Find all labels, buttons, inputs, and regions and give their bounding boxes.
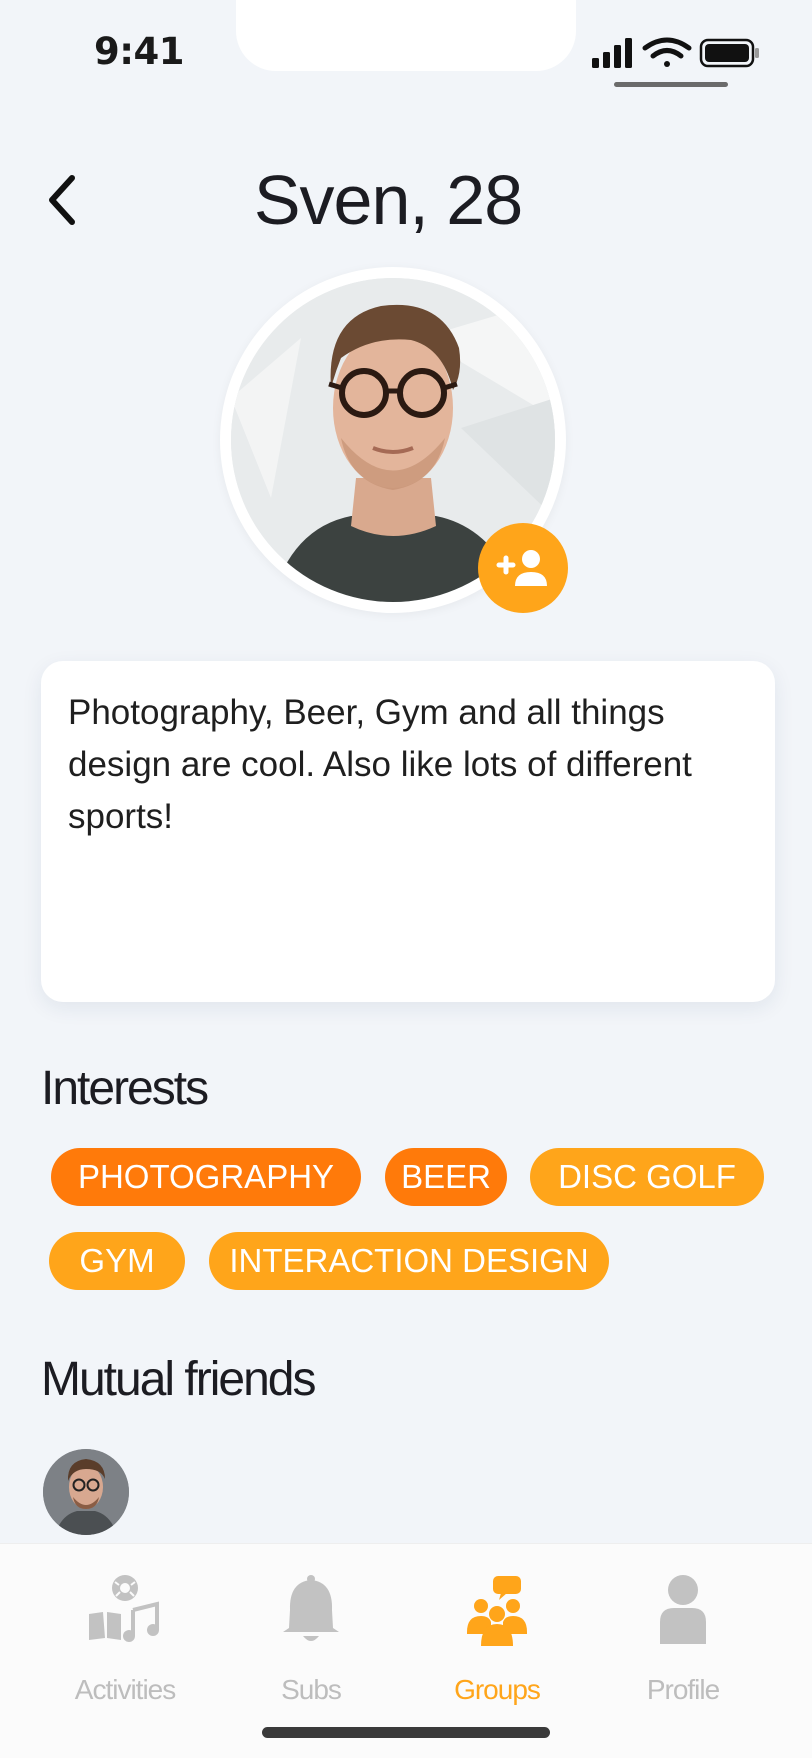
- tab-profile[interactable]: Profile: [593, 1544, 773, 1714]
- mutual-friend-avatar[interactable]: [43, 1449, 129, 1535]
- battery-icon: [699, 38, 759, 68]
- wifi-icon: [642, 37, 692, 67]
- tab-label-groups: Groups: [454, 1674, 541, 1705]
- mutual-friends-title: Mutual friends: [41, 1353, 316, 1406]
- interest-chip-interaction-design[interactable]: INTERACTION DESIGN: [209, 1232, 609, 1290]
- interests-title: Interests: [41, 1062, 209, 1115]
- profile-screen: 9:41 Sven, 28 Photography, Beer, Gym and…: [0, 0, 812, 1758]
- status-time: 9:41: [94, 30, 185, 73]
- bio-text: Photography, Beer, Gym and all things de…: [68, 693, 692, 836]
- profile-icon: [660, 1575, 706, 1644]
- bio-card: Photography, Beer, Gym and all things de…: [41, 661, 775, 1002]
- tab-label-profile: Profile: [646, 1674, 720, 1705]
- interest-chip-photography[interactable]: PHOTOGRAPHY: [51, 1148, 361, 1206]
- tab-activities[interactable]: Activities: [35, 1544, 215, 1714]
- signal-icon: [592, 38, 632, 68]
- add-person-icon: [496, 550, 547, 586]
- tab-label-activities: Activities: [74, 1674, 176, 1705]
- tab-label-subs: Subs: [281, 1674, 342, 1705]
- page-title: Sven, 28: [253, 161, 523, 239]
- interest-chip-disc-golf[interactable]: DISC GOLF: [530, 1148, 764, 1206]
- add-friend-button[interactable]: [478, 523, 568, 613]
- interest-chip-beer[interactable]: BEER: [385, 1148, 507, 1206]
- status-underline: [614, 82, 728, 87]
- groups-icon: [467, 1576, 527, 1646]
- interest-chip-gym[interactable]: GYM: [49, 1232, 185, 1290]
- tab-subs[interactable]: Subs: [221, 1544, 401, 1714]
- bell-icon: [283, 1575, 339, 1641]
- device-notch: [236, 0, 576, 71]
- tab-groups[interactable]: Groups: [407, 1544, 587, 1714]
- home-indicator: [262, 1727, 550, 1738]
- status-icons: [592, 37, 759, 68]
- activities-icon: [89, 1575, 159, 1642]
- tab-bar: Activities Subs Groups Profile: [0, 1543, 812, 1758]
